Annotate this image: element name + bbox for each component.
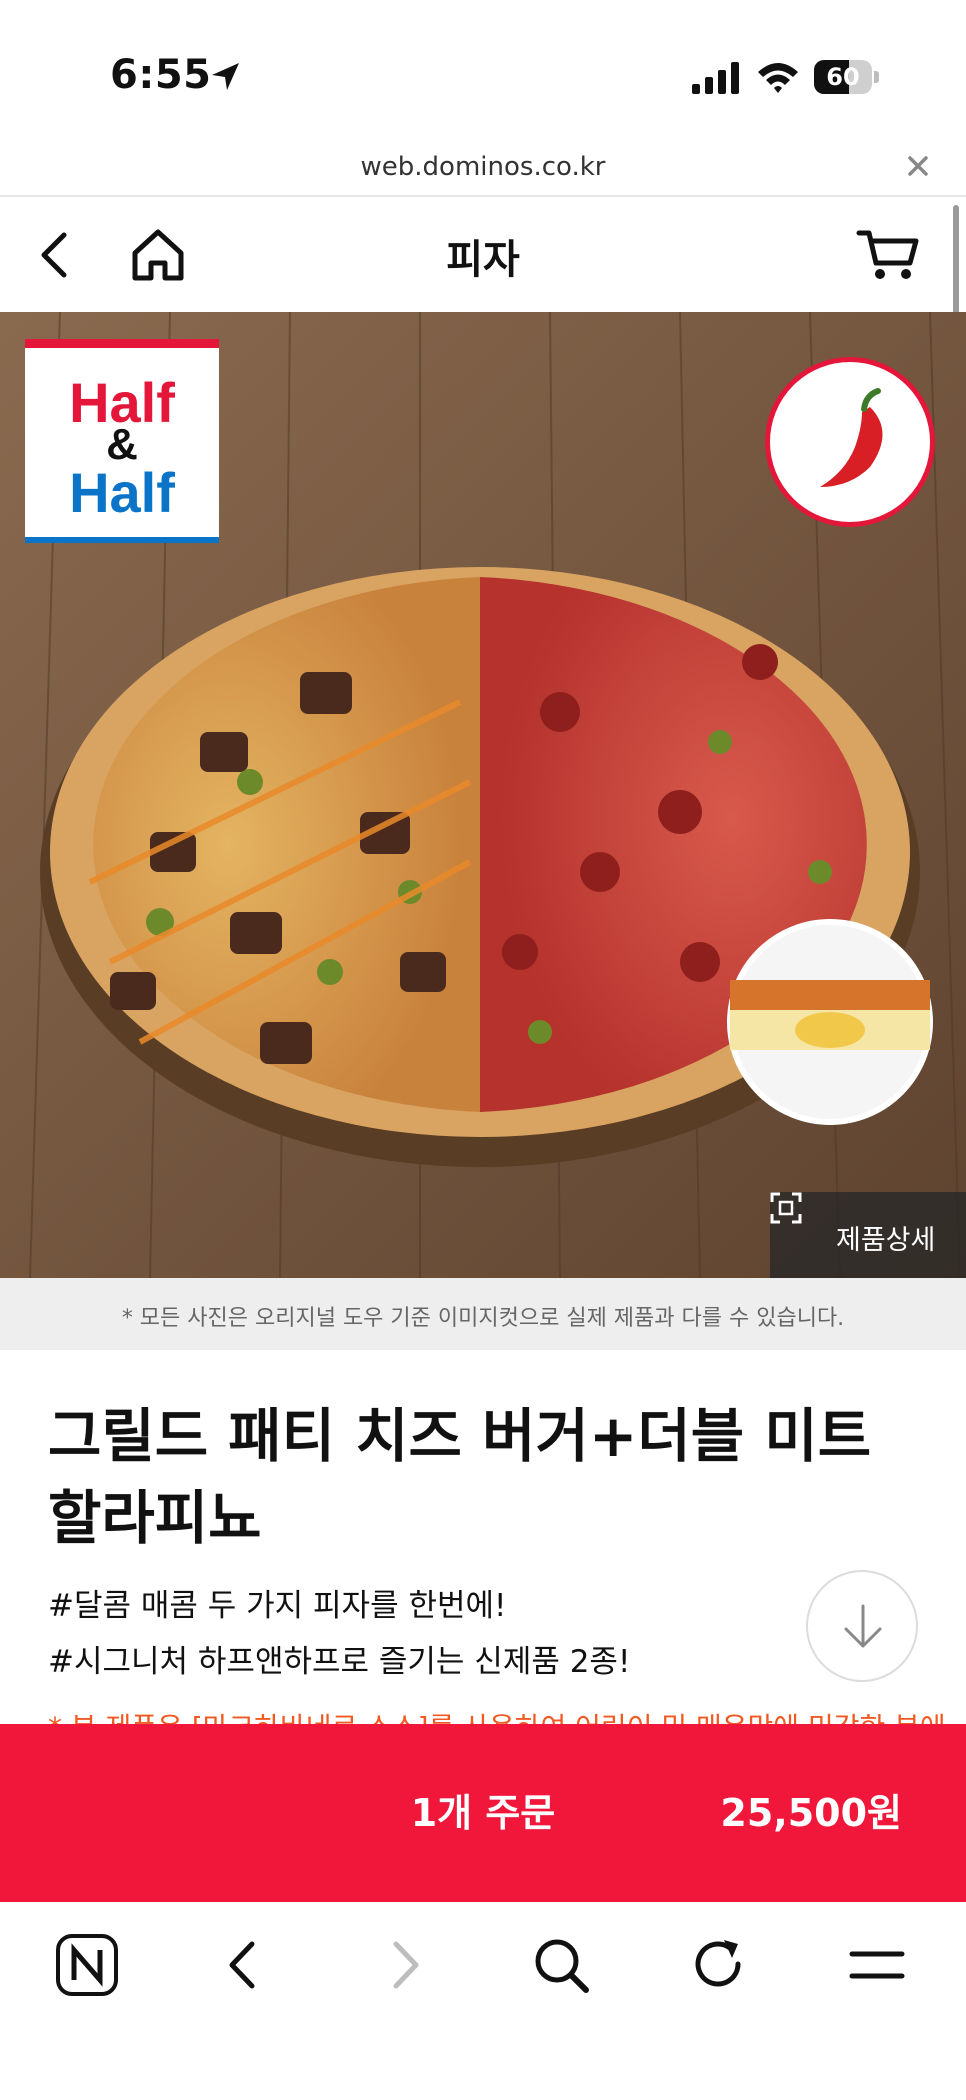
arrow-down-icon	[844, 1604, 882, 1648]
signal-icon	[692, 62, 739, 94]
product-tag: #시그니처 하프앤하프로 즐기는 신제품 2종!	[48, 1644, 631, 1680]
badge-line-3: Half	[69, 461, 175, 524]
image-disclaimer: * 모든 사진은 오리지널 도우 기준 이미지컷으로 실제 제품과 다를 수 있…	[0, 1278, 966, 1350]
site-header: 피자	[0, 197, 966, 312]
search-icon[interactable]	[526, 1930, 596, 2000]
order-button[interactable]: 1개 주문 25,500원	[0, 1724, 966, 1902]
wifi-icon	[758, 63, 798, 93]
browser-toolbar	[0, 1902, 966, 2100]
half-and-half-badge: Half & Half	[25, 339, 219, 543]
battery-level: 60	[826, 63, 860, 91]
page-title: 피자	[446, 237, 520, 283]
product-detail-button[interactable]: 제품상세	[770, 1192, 966, 1278]
status-bar: 6:55 60	[0, 0, 966, 145]
url-text[interactable]: web.dominos.co.kr	[0, 152, 966, 182]
menu-icon[interactable]	[842, 1930, 912, 2000]
battery-icon: 60	[814, 60, 880, 94]
product-tag: #달콤 매콤 두 가지 피자를 한번에!	[48, 1588, 507, 1624]
scroll-down-button[interactable]	[806, 1570, 918, 1682]
spicy-badge	[765, 357, 935, 527]
disclaimer-text: * 모든 사진은 오리지널 도우 기준 이미지컷으로 실제 제품과 다를 수 있…	[121, 1306, 845, 1331]
close-icon[interactable]	[900, 148, 936, 184]
browser-forward-icon[interactable]	[368, 1930, 438, 2000]
browser-back-icon[interactable]	[210, 1930, 280, 2000]
chili-pepper-icon	[820, 388, 883, 487]
cart-icon[interactable]	[856, 227, 920, 283]
product-detail-label: 제품상세	[836, 1225, 936, 1256]
product-image: Half & Half 제품상세	[0, 312, 966, 1278]
status-time: 6:55	[110, 52, 212, 98]
expand-icon	[770, 1192, 802, 1224]
order-price: 25,500원	[720, 1791, 902, 1835]
product-title: 그릴드 패티 치즈 버거+더블 미트 할라피뇨	[48, 1402, 872, 1552]
location-arrow-icon	[212, 63, 239, 90]
reload-icon[interactable]	[684, 1930, 754, 2000]
naver-n-icon[interactable]	[52, 1930, 122, 2000]
